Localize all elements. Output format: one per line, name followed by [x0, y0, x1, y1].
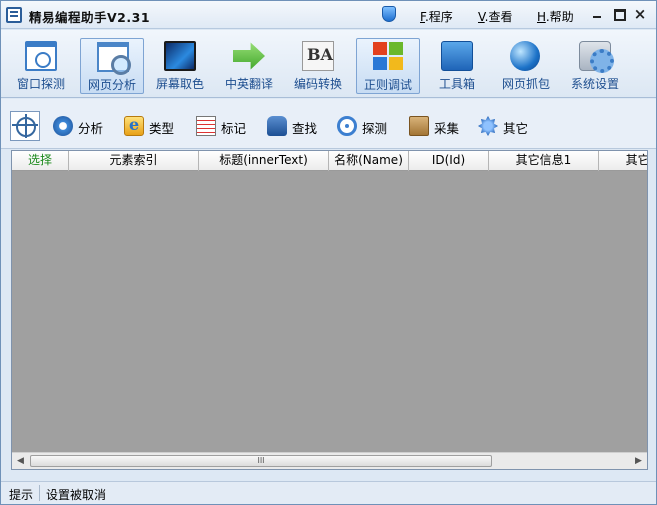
column-header-name[interactable]: 名称(Name): [329, 151, 409, 171]
translate-icon: [233, 42, 265, 70]
status-bar: 提示 设置被取消: [1, 481, 656, 504]
tool-screen-color[interactable]: 屏幕取色: [148, 38, 212, 94]
scroll-right-icon[interactable]: ▶: [630, 453, 647, 469]
tool-window-probe[interactable]: 窗口探测: [9, 38, 73, 94]
tool-label: 中英翻译: [224, 77, 273, 91]
tool-packet-capture[interactable]: 网页抓包: [494, 38, 558, 94]
status-message: 设置被取消: [46, 488, 107, 502]
main-toolbar: 窗口探测 网页分析 屏幕取色 中英翻译 编码转换 正则调试 工具箱 网页抓包: [1, 30, 656, 98]
screen-color-icon: [164, 41, 196, 71]
sub-label: 标记: [221, 121, 247, 136]
tool-label: 系统设置: [570, 77, 619, 91]
analyze-icon: [53, 116, 73, 136]
type-icon: [124, 115, 144, 136]
menu-help-label: .帮助: [545, 10, 574, 24]
tool-label: 屏幕取色: [155, 77, 204, 91]
column-header-id[interactable]: ID(Id): [409, 151, 489, 171]
tool-web-analysis[interactable]: 网页分析: [80, 38, 144, 94]
web-analysis-icon: [97, 42, 131, 75]
tool-label: 网页分析: [87, 78, 136, 92]
element-grid[interactable]: 选择 元素索引 标题(innerText) 名称(Name) ID(Id) 其它…: [11, 150, 648, 470]
column-header-info1[interactable]: 其它信息1: [489, 151, 599, 171]
collect-icon: [409, 116, 429, 136]
sub-label: 其它: [503, 121, 529, 136]
menu-view-label: .查看: [484, 10, 513, 24]
main-window: 精易编程助手V2.31 F.程序 V.查看 H.帮助 × 窗口探测 网页分析 屏…: [0, 0, 657, 505]
menu-view-key: V: [478, 10, 485, 24]
column-header-index[interactable]: 元素索引: [69, 151, 199, 171]
status-separator: [39, 485, 40, 501]
other-icon: [478, 116, 498, 136]
sub-label: 采集: [434, 121, 460, 136]
column-header-select[interactable]: 选择: [12, 151, 69, 171]
crosshair-drag-icon[interactable]: [10, 111, 40, 141]
packet-capture-icon: [510, 41, 540, 71]
menu-program[interactable]: F.程序: [420, 8, 453, 25]
close-button[interactable]: ×: [633, 7, 647, 22]
encoding-icon: [302, 41, 334, 71]
regex-icon: [373, 42, 405, 72]
mark-icon: [196, 116, 216, 136]
tool-toolbox[interactable]: 工具箱: [425, 38, 489, 94]
sub-label: 分析: [78, 121, 104, 136]
scroll-left-icon[interactable]: ◀: [12, 453, 29, 469]
sub-label: 类型: [149, 121, 175, 136]
maximize-button[interactable]: [612, 7, 626, 21]
find-icon: [267, 116, 287, 136]
settings-icon: [579, 41, 614, 73]
grid-header: 选择 元素索引 标题(innerText) 名称(Name) ID(Id) 其它…: [12, 151, 647, 171]
tool-label: 编码转换: [293, 77, 342, 91]
status-label: 提示: [9, 488, 34, 502]
tool-regex[interactable]: 正则调试: [356, 38, 420, 94]
horizontal-scrollbar[interactable]: ◀ III ▶: [12, 452, 647, 469]
menu-help[interactable]: H.帮助: [537, 8, 574, 25]
menu-help-key: H: [537, 10, 546, 24]
toolbox-icon: [441, 41, 473, 71]
scroll-thumb[interactable]: III: [30, 455, 492, 467]
column-header-title[interactable]: 标题(innerText): [199, 151, 329, 171]
probe-icon: [337, 116, 357, 136]
tool-label: 窗口探测: [16, 77, 65, 91]
crosshair-line: [12, 124, 38, 126]
window-probe-icon: [25, 41, 57, 71]
tool-label: 正则调试: [363, 78, 412, 92]
tool-encoding[interactable]: 编码转换: [286, 38, 350, 94]
tool-label: 网页抓包: [501, 77, 550, 91]
column-header-info2[interactable]: 其它信息2: [599, 151, 647, 171]
menu-program-label: .程序: [424, 10, 453, 24]
title-bar: 精易编程助手V2.31 F.程序 V.查看 H.帮助 ×: [1, 1, 656, 29]
minimize-button[interactable]: [590, 7, 604, 21]
tool-translate[interactable]: 中英翻译: [217, 38, 281, 94]
sub-label: 查找: [292, 121, 318, 136]
window-title: 精易编程助手V2.31: [29, 10, 151, 25]
app-icon: [6, 7, 22, 23]
tool-label: 工具箱: [438, 77, 475, 91]
skin-gem-icon[interactable]: [382, 6, 396, 22]
menu-view[interactable]: V.查看: [478, 8, 513, 25]
tool-settings[interactable]: 系统设置: [563, 38, 627, 94]
sub-label: 探测: [362, 121, 388, 136]
